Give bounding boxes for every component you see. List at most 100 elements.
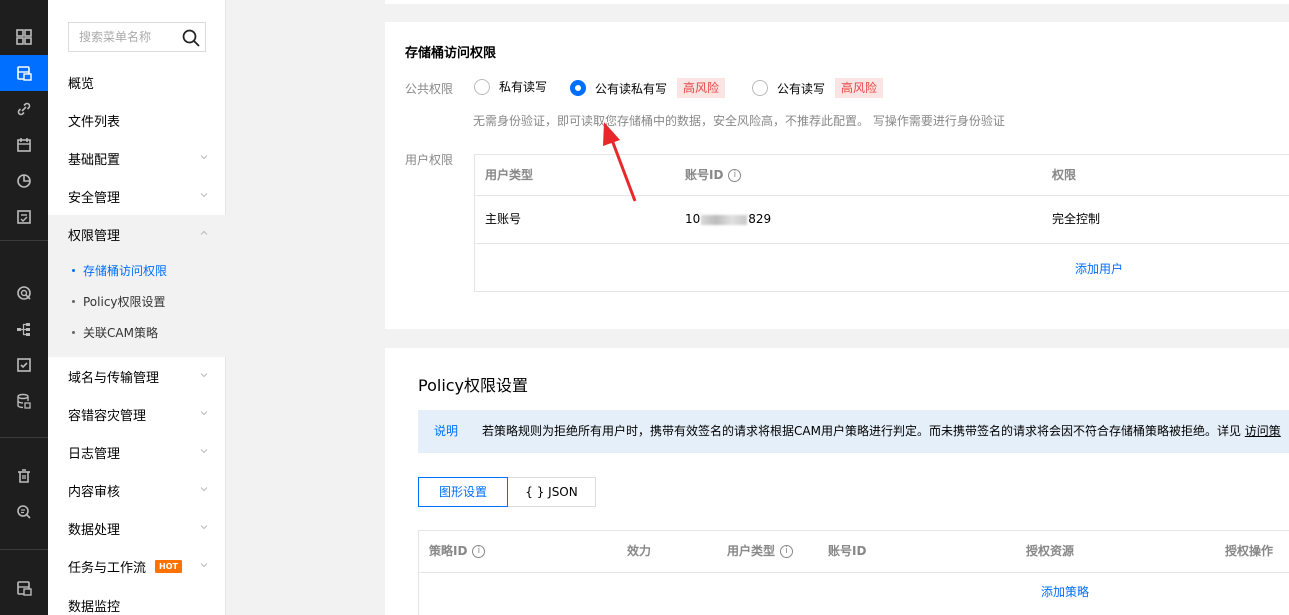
chevron-down-icon: [200, 155, 208, 160]
bullet-icon: [72, 268, 75, 272]
radio-circle[interactable]: [752, 80, 768, 96]
policy-card: Policy权限设置 说明 若策略规则为拒绝所有用户时，携带有效签名的请求将根据…: [385, 348, 1289, 615]
info-icon[interactable]: i: [780, 545, 794, 558]
radio-label: 公有读写: [777, 81, 826, 96]
radio-public-read-private-write[interactable]: 公有读私有写 高风险: [570, 78, 726, 98]
hot-badge: HOT: [155, 559, 182, 573]
info-icon[interactable]: i: [472, 545, 486, 558]
permission-hint: 无需身份验证，即可读取您存储桶中的数据，安全风险高，不推荐此配置。 写操作需要进…: [473, 114, 1005, 128]
chevron-down-icon: [200, 373, 208, 378]
sidebar-item-basic-config[interactable]: 基础配置: [48, 139, 226, 177]
col-header-permission: 权限: [1052, 168, 1077, 182]
main-content: 存储桶访问权限 公共权限 私有读写 公有读私有写 高风险 公有读写 高风险 无需…: [226, 0, 1289, 615]
col-header-account-id: 账号ID: [828, 544, 867, 558]
chevron-down-icon: [200, 449, 208, 454]
sidebar-item-label: 容错容灾管理: [68, 408, 147, 424]
sidebar-item-label: 安全管理: [68, 190, 121, 206]
database-icon[interactable]: [0, 383, 48, 419]
monitor-icon[interactable]: [0, 275, 48, 311]
sidebar-item-label: 基础配置: [68, 152, 121, 168]
col-header-account-id: 账号ID i: [685, 155, 742, 195]
access-policy-link[interactable]: 访问策: [1245, 424, 1281, 438]
policy-notice: 说明 若策略规则为拒绝所有用户时，携带有效签名的请求将根据CAM用户策略进行判定…: [418, 410, 1289, 453]
chevron-down-icon: [200, 411, 208, 416]
radio-circle[interactable]: [474, 78, 490, 95]
info-icon[interactable]: i: [728, 169, 742, 182]
chevron-up-icon: [200, 230, 208, 235]
link-icon[interactable]: [0, 91, 48, 127]
sidebar-item-content-audit[interactable]: 内容审核: [48, 471, 226, 509]
high-risk-badge: 高风险: [835, 78, 884, 98]
radio-private-rw[interactable]: 私有读写: [474, 78, 547, 95]
bullet-icon: [72, 299, 75, 303]
calendar-icon[interactable]: [0, 127, 48, 163]
col-header-label: 用户类型: [727, 544, 776, 558]
account-id-suffix: 829: [748, 212, 772, 226]
cell-account-id: 10 829: [685, 196, 771, 242]
cell-permission: 完全控制: [1052, 212, 1101, 226]
pie-chart-icon[interactable]: [0, 163, 48, 199]
hierarchy-icon[interactable]: [0, 311, 48, 347]
cell-user-type: 主账号: [485, 212, 522, 226]
col-header-policy-id: 策略ID i: [429, 531, 486, 571]
sidebar-item-label: 任务与工作流: [68, 560, 147, 576]
chevron-down-icon: [200, 525, 208, 530]
sub-item-label: Policy权限设置: [83, 294, 166, 309]
col-header-label: 策略ID: [429, 544, 468, 558]
tab-json[interactable]: { } JSON: [508, 477, 596, 507]
search-doc-icon[interactable]: [0, 494, 48, 530]
add-policy-link[interactable]: 添加策略: [1041, 583, 1089, 600]
bucket-acl-card: 存储桶访问权限 公共权限 私有读写 公有读私有写 高风险 公有读写 高风险 无需…: [385, 22, 1289, 329]
col-header-resource: 授权资源: [1026, 544, 1075, 558]
menu-search-input[interactable]: [69, 23, 173, 51]
radio-public-rw[interactable]: 公有读写 高风险: [752, 78, 884, 98]
sidebar-item-domain-transfer[interactable]: 域名与传输管理: [48, 357, 226, 395]
bullet-icon: [72, 330, 75, 334]
high-risk-badge: 高风险: [677, 78, 726, 98]
sub-item-policy[interactable]: Policy权限设置: [48, 286, 226, 316]
bucket-icon[interactable]: [0, 55, 48, 91]
storage-icon[interactable]: [0, 570, 48, 606]
notice-tag: 说明: [434, 424, 459, 438]
sidebar-item-permissions[interactable]: 权限管理: [48, 215, 226, 253]
sidebar-item-file-list[interactable]: 文件列表: [48, 101, 226, 139]
col-header-label: 账号ID: [685, 168, 724, 182]
sidebar-item-logs[interactable]: 日志管理: [48, 433, 226, 471]
notice-body: 若策略规则为拒绝所有用户时，携带有效签名的请求将根据CAM用户策略进行判定。而未…: [482, 424, 1241, 438]
sidebar-item-security[interactable]: 安全管理: [48, 177, 226, 215]
sidebar-item-overview[interactable]: 概览: [48, 63, 226, 101]
tab-graphic-settings[interactable]: 图形设置: [418, 477, 508, 507]
radio-circle[interactable]: [570, 80, 586, 96]
sidebar-item-label: 日志管理: [68, 446, 121, 462]
add-user-link[interactable]: 添加用户: [1075, 260, 1123, 277]
sidebar-item-data-processing[interactable]: 数据处理: [48, 509, 226, 547]
sidebar-item-disaster-recovery[interactable]: 容错容灾管理: [48, 395, 226, 433]
sidebar-item-label: 域名与传输管理: [68, 370, 160, 386]
grid-icon[interactable]: [0, 19, 48, 55]
sidebar: 概览 文件列表 基础配置 安全管理 权限管理 存储桶访问权限 Policy权限设…: [48, 0, 226, 615]
sub-item-bucket-acl[interactable]: 存储桶访问权限: [48, 255, 226, 285]
col-header-user-type: 用户类型 i: [727, 531, 794, 571]
menu-search-box: [68, 22, 206, 52]
sidebar-item-tasks-workflow[interactable]: 任务与工作流 HOT: [48, 547, 226, 585]
sidebar-item-label: 文件列表: [68, 114, 121, 130]
sidebar-item-label: 概览: [68, 76, 95, 92]
sidebar-item-label: 数据处理: [68, 522, 121, 538]
bucket-acl-title: 存储桶访问权限: [405, 46, 497, 61]
sub-item-cam-policy[interactable]: 关联CAM策略: [48, 317, 226, 347]
sub-item-label: 关联CAM策略: [83, 325, 158, 340]
sub-item-label: 存储桶访问权限: [83, 263, 168, 278]
radio-label: 私有读写: [499, 80, 548, 94]
redacted-block: [701, 214, 748, 225]
policy-table: 策略ID i 效力 用户类型 i 账号ID 授权资源 授权操作 添加策略: [418, 530, 1289, 615]
sidebar-item-data-monitoring[interactable]: 数据监控: [48, 586, 226, 615]
search-icon[interactable]: [181, 28, 201, 48]
checklist-icon[interactable]: [0, 199, 48, 235]
chevron-down-icon: [200, 487, 208, 492]
col-header-effect: 效力: [627, 544, 652, 558]
checkbox-icon[interactable]: [0, 347, 48, 383]
permissions-submenu: 存储桶访问权限 Policy权限设置 关联CAM策略: [48, 253, 226, 357]
col-header-actions: 授权操作: [1225, 544, 1274, 558]
trash-icon[interactable]: [0, 458, 48, 494]
user-permission-label: 用户权限: [405, 153, 454, 167]
